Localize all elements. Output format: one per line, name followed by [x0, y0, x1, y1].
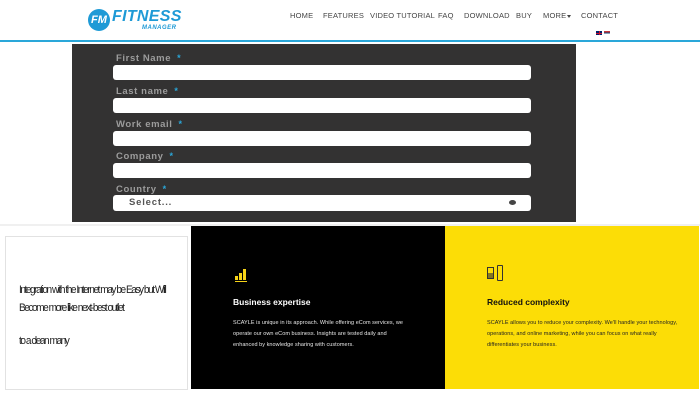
- nav-home[interactable]: HOME: [290, 11, 313, 20]
- language-switcher: [596, 31, 610, 35]
- logo-badge: FM: [88, 9, 110, 31]
- nav-more-label: MORE: [543, 11, 567, 20]
- devices-icon: [487, 265, 504, 282]
- last-name-input[interactable]: [113, 98, 531, 113]
- video-caption-line1: Integration with the Internet may be Eas…: [19, 284, 167, 314]
- contact-form: First Name * Last name * Work email * Compa…: [72, 44, 576, 222]
- video-caption: Integration with the Internet may be Eas…: [19, 282, 172, 351]
- required-mark: *: [162, 184, 167, 194]
- nav-download[interactable]: DOWNLOAD: [464, 11, 510, 20]
- required-mark: *: [169, 151, 174, 161]
- business-expertise-text: SCAYLE is unique in its approach. While …: [233, 320, 404, 348]
- bar-chart-icon: [235, 268, 247, 282]
- business-expertise-card: Business expertise SCAYLE is unique in i…: [191, 226, 445, 389]
- first-name-input[interactable]: [113, 65, 531, 80]
- nav-more[interactable]: MORE: [543, 11, 572, 20]
- nav-features[interactable]: FEATURES: [323, 11, 364, 20]
- required-mark: *: [178, 119, 183, 129]
- nav-faq[interactable]: FAQ: [438, 11, 454, 20]
- country-label: Country *: [116, 184, 167, 195]
- dropdown-icon: [509, 200, 516, 205]
- company-label-text: Company: [116, 151, 164, 162]
- serbian-flag-icon[interactable]: [604, 31, 610, 35]
- work-email-label-text: Work email: [116, 119, 173, 130]
- nav-contact[interactable]: CONTACT: [581, 11, 618, 20]
- last-name-label-text: Last name: [116, 86, 169, 97]
- required-mark: *: [174, 86, 179, 96]
- english-flag-icon[interactable]: [596, 31, 602, 35]
- business-expertise-title: Business expertise: [233, 297, 311, 307]
- logo-main-text: FITNESS: [112, 8, 182, 25]
- logo-sub-text: MANAGER: [142, 25, 177, 31]
- work-email-label: Work email *: [116, 119, 183, 130]
- video-card[interactable]: Integration with the Internet may be Eas…: [5, 236, 188, 390]
- work-email-input[interactable]: [113, 131, 531, 146]
- page: FM FITNESS MANAGER HOME FEATURES VIDEO T…: [0, 0, 700, 400]
- country-select-value: Select...: [129, 197, 173, 208]
- country-label-text: Country: [116, 184, 157, 195]
- reduced-complexity-text: SCAYLE allows you to reduce your complex…: [487, 320, 678, 348]
- reduced-complexity-title: Reduced complexity: [487, 297, 570, 307]
- nav-video-tutorial[interactable]: VIDEO TUTORIAL: [370, 11, 435, 20]
- last-name-label: Last name *: [116, 86, 179, 97]
- reduced-complexity-card: Reduced complexity SCAYLE allows you to …: [445, 226, 699, 389]
- company-input[interactable]: [113, 163, 531, 178]
- chevron-down-icon: [567, 14, 572, 18]
- video-caption-line2: to a clean many: [19, 335, 70, 348]
- fitness-manager-logo[interactable]: FM FITNESS MANAGER: [88, 6, 182, 34]
- country-select[interactable]: Select...: [113, 195, 531, 211]
- first-name-label: First Name *: [116, 53, 181, 64]
- nav-buy[interactable]: BUY: [516, 11, 532, 20]
- site-header: FM FITNESS MANAGER HOME FEATURES VIDEO T…: [0, 0, 700, 42]
- required-mark: *: [177, 53, 182, 63]
- company-label: Company *: [116, 151, 174, 162]
- first-name-label-text: First Name: [116, 53, 172, 64]
- logo-text: FITNESS MANAGER: [112, 8, 182, 32]
